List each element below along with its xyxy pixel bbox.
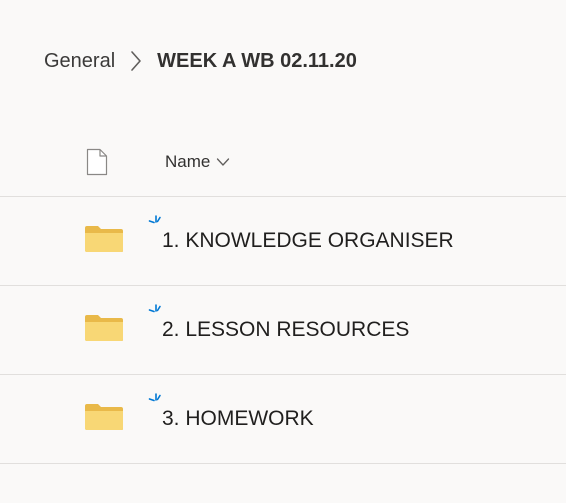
folder-icon [84,314,124,347]
chevron-down-icon [216,157,230,167]
name-column-label: Name [165,152,211,171]
breadcrumb: General WEEK A WB 02.11.20 [44,44,357,78]
new-icon [148,393,162,412]
name-column-header[interactable]: Name [165,152,230,172]
file-type-icon[interactable] [86,148,108,181]
breadcrumb-current: WEEK A WB 02.11.20 [157,49,357,72]
list-item[interactable]: 2. LESSON RESOURCES [0,286,566,375]
list-item[interactable]: 1. KNOWLEDGE ORGANISER [0,197,566,286]
breadcrumb-parent-link[interactable]: General [44,50,115,73]
item-name[interactable]: 2. LESSON RESOURCES [162,318,409,342]
new-icon [148,304,162,323]
list-item[interactable]: 3. HOMEWORK [0,375,566,464]
item-name[interactable]: 3. HOMEWORK [162,407,314,431]
chevron-right-icon [119,44,153,78]
list-header: Name [0,140,566,197]
new-icon [148,215,162,234]
item-name[interactable]: 1. KNOWLEDGE ORGANISER [162,229,454,253]
folder-icon [84,225,124,258]
folder-icon [84,403,124,436]
